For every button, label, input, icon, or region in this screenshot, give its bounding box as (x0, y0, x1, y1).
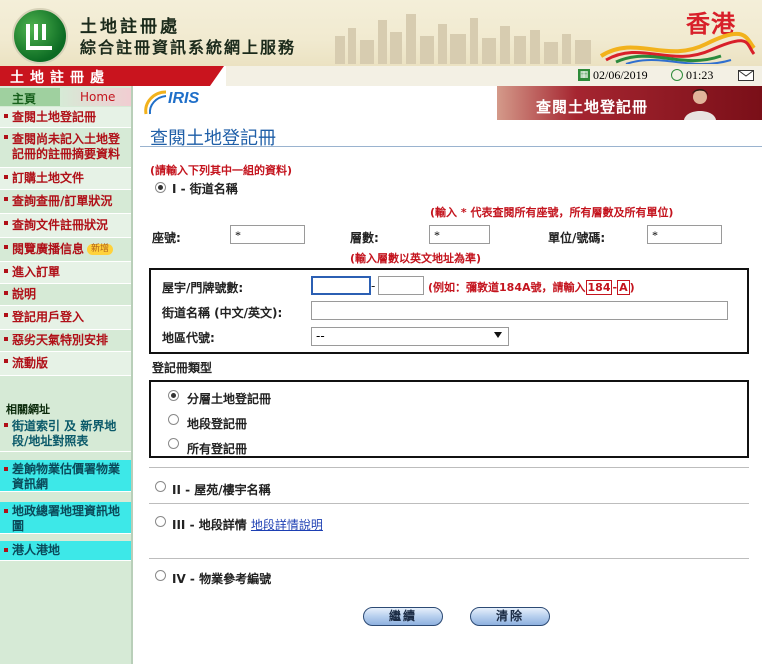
district-label: 地區代號: (162, 331, 215, 345)
department-name: 土地註冊處 (10, 70, 110, 86)
option-street-radio[interactable] (155, 182, 166, 193)
related-link-label: 街道索引 及 新界地段/地址對照表 (12, 419, 117, 448)
street-number-example: (例如：彌敦道184A號，請輸入 184- A) (428, 279, 635, 295)
unit-input[interactable]: * (647, 225, 722, 244)
sidebar-item-mobile[interactable]: 流動版 (0, 352, 131, 376)
street-number-separator: - (371, 279, 376, 293)
option-lot-radio[interactable] (155, 516, 166, 527)
sidebar-item-label: 進入訂單 (12, 265, 61, 279)
iris-logo-text: IRIS (168, 90, 200, 107)
register-type-label: 登記冊類型 (152, 361, 213, 375)
home-link[interactable]: Home (80, 90, 115, 104)
sidebar-item-help[interactable]: 說明 (0, 284, 131, 306)
sidebar-item-label: 登記用戶登入 (12, 310, 85, 324)
land-registry-logo (12, 8, 68, 64)
related-link-label: 地政總署地理資訊地圖 (12, 504, 121, 533)
sidebar-item-label: 說明 (12, 287, 37, 301)
title-divider (140, 146, 762, 147)
sidebar-item-label: 惡劣天氣特別安排 (12, 333, 109, 347)
option-street-label: I - 街道名稱 (172, 182, 238, 196)
lot-details-help-link[interactable]: 地段詳情說明 (251, 518, 323, 532)
divider-3 (149, 558, 749, 559)
sidebar-item-search-register[interactable]: 查閱土地登記冊 (0, 107, 131, 128)
register-type-radio-lot[interactable] (168, 414, 179, 425)
register-type-label-floor: 分層土地登記冊 (187, 392, 272, 406)
clear-button[interactable]: 清除 (470, 607, 550, 626)
banner-person-image (684, 88, 716, 120)
floor-note: (輸入層數以英文地址為準) (350, 252, 482, 265)
home-label[interactable]: 主頁 (12, 90, 36, 107)
street-name-label: 街道名稱 (中文/英文): (162, 306, 283, 320)
chevron-down-icon (494, 332, 502, 338)
example-text: (例如：彌敦道184A號，請輸入 (428, 281, 586, 294)
brand-ribbon-icon (599, 31, 756, 64)
unit-label: 單位/號碼: (548, 231, 606, 245)
sidebar-item-label: 查詢查冊/訂單狀況 (12, 194, 113, 208)
sidebar-item-label: 查閱尚未記入土地登記冊的註冊摘要資料 (12, 132, 121, 161)
floor-input[interactable]: * (429, 225, 490, 244)
related-lands-map[interactable]: 地政總署地理資訊地圖 (0, 502, 131, 534)
sidebar-item-label: 訂購土地文件 (12, 171, 85, 185)
register-type-label-lot: 地段登記冊 (187, 417, 248, 431)
current-date: 02/06/2019 (593, 68, 648, 82)
banner-title: 查閱土地登記冊 (536, 98, 649, 116)
sidebar-item-order-documents[interactable]: 訂購土地文件 (0, 168, 131, 190)
mail-icon[interactable] (738, 70, 754, 81)
site-title-line2: 綜合註冊資訊系統網上服務 (80, 38, 297, 57)
clock-icon (671, 69, 683, 81)
option-estate-radio[interactable] (155, 481, 166, 492)
example-close: ) (629, 281, 635, 294)
wildcard-note: (輸入 * 代表查閱所有座號，所有層數及所有單位) (430, 206, 674, 219)
sidebar-item-broadcast[interactable]: 閱覽廣播信息 新增 (0, 238, 131, 262)
sidebar-item-label: 流動版 (12, 356, 49, 370)
divider-1 (149, 467, 749, 468)
related-street-index[interactable]: 街道索引 及 新界地段/地址對照表 (0, 416, 131, 452)
instruction-text: (請輸入下列其中一組的資料) (150, 164, 293, 177)
new-badge: 新增 (87, 244, 114, 255)
sidebar-item-registration-status[interactable]: 查詢文件註冊狀況 (0, 214, 131, 238)
related-links-heading: 相關網址 (6, 403, 50, 416)
option-estate-label: II - 屋苑/樓宇名稱 (172, 483, 271, 497)
district-selected-value: -- (316, 329, 325, 343)
sidebar-item-user-login[interactable]: 登記用戶登入 (0, 306, 131, 330)
related-link-label: 港人港地 (12, 543, 61, 557)
sidebar-item-label: 閱覽廣播信息 (12, 242, 85, 256)
department-bar-tip (210, 66, 224, 86)
sidebar-item-enter-order[interactable]: 進入訂單 (0, 262, 131, 284)
district-select[interactable]: -- (311, 327, 509, 346)
option-lot-text: III - 地段詳情 (172, 518, 247, 532)
related-rvd-property[interactable]: 差餉物業估價署物業資訊網 (0, 460, 131, 492)
sidebar-item-pending-memorials[interactable]: 查閱尚未記入土地登記冊的註冊摘要資料 (0, 128, 131, 168)
sidebar-item-order-status[interactable]: 查詢查冊/訂單狀況 (0, 190, 131, 214)
block-label: 座號: (152, 231, 181, 245)
floor-label: 層數: (350, 231, 379, 245)
logo-mark-icon (26, 24, 52, 50)
street-number-from-input[interactable] (311, 276, 371, 295)
sidebar-item-bad-weather[interactable]: 惡劣天氣特別安排 (0, 330, 131, 352)
continue-button[interactable]: 繼續 (363, 607, 443, 626)
related-link-label: 差餉物業估價署物業資訊網 (12, 462, 121, 491)
related-hk-property[interactable]: 港人港地 (0, 541, 131, 561)
register-type-radio-all[interactable] (168, 438, 179, 449)
street-number-to-input[interactable] (378, 276, 424, 295)
skyline-image (335, 14, 591, 64)
register-type-radio-floor[interactable] (168, 390, 179, 401)
option-prn-radio[interactable] (155, 570, 166, 581)
register-type-label-all: 所有登記冊 (187, 442, 248, 456)
example-number: 184 (585, 280, 613, 295)
calendar-icon: ▦ (578, 69, 590, 81)
example-suffix: A (617, 280, 630, 295)
option-lot-label: III - 地段詳情 地段詳情說明 (172, 516, 323, 533)
sidebar-item-label: 查閱土地登記冊 (12, 110, 97, 124)
block-input[interactable]: * (230, 225, 305, 244)
option-prn-label: IV - 物業參考編號 (172, 572, 272, 586)
current-time: 01:23 (686, 68, 714, 82)
street-name-input[interactable] (311, 301, 728, 320)
sidebar-item-label: 查詢文件註冊狀況 (12, 218, 109, 232)
divider-2 (149, 503, 749, 504)
street-number-label: 屋宇/門牌號數: (162, 281, 244, 295)
